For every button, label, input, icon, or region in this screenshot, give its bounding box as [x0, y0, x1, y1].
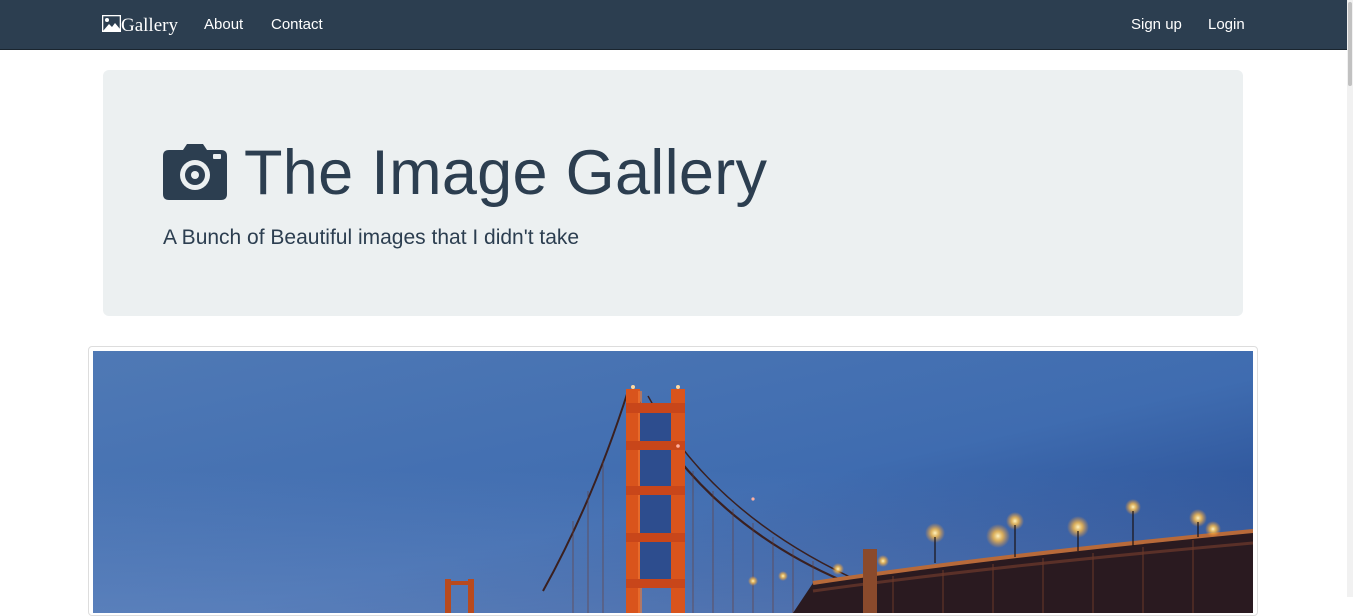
- golden-gate-image: [93, 351, 1253, 613]
- nav-login[interactable]: Login: [1208, 16, 1245, 33]
- brand-label: Gallery: [121, 15, 178, 36]
- page-title: The Image Gallery: [244, 138, 768, 208]
- nav-signup[interactable]: Sign up: [1131, 16, 1182, 33]
- hero-heading: The Image Gallery: [163, 142, 767, 205]
- nav-contact[interactable]: Contact: [271, 16, 323, 33]
- brand-link[interactable]: Gallery: [102, 14, 178, 37]
- nav-about[interactable]: About: [204, 16, 243, 33]
- hero-jumbotron: The Image Gallery A Bunch of Beautiful i…: [103, 70, 1243, 316]
- camera-icon: [163, 143, 227, 200]
- scrollbar-thumb[interactable]: [1348, 2, 1352, 86]
- navbar: Gallery About Contact Sign up Login: [0, 0, 1353, 50]
- gallery-thumbnail[interactable]: [88, 346, 1258, 616]
- golden-gate-photo: [93, 351, 1253, 613]
- image-icon: [102, 14, 121, 32]
- hero-subtitle: A Bunch of Beautiful images that I didn'…: [163, 226, 580, 249]
- page-scrollbar[interactable]: [1347, 0, 1353, 597]
